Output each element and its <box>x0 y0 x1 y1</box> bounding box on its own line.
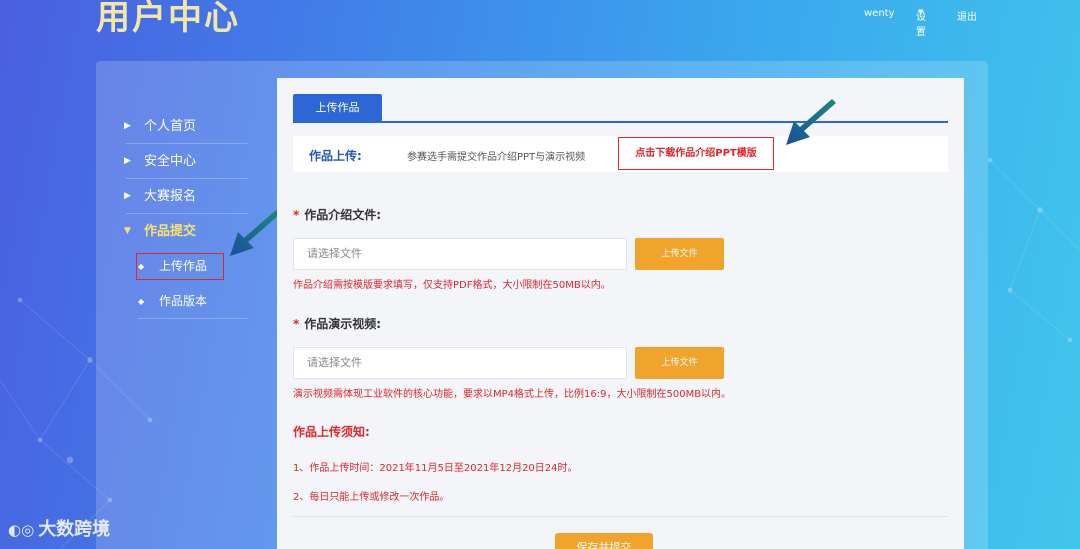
sidebar-item-label: 作品提交 <box>144 224 197 239</box>
upload-rule-item: 1、作品上传时间：2021年11月5日至2021年12月20日24时。 <box>293 463 578 474</box>
watermark-logo-icon: ◐◎ <box>8 521 35 539</box>
username-link[interactable]: wenty <box>864 8 895 19</box>
watermark-text: 大数跨境 <box>38 519 111 540</box>
caret-down-icon: ▼ <box>918 8 924 16</box>
sidebar-item-label: 个人首页 <box>144 119 197 134</box>
sidebar-subitem-versions[interactable]: ◆ 作品版本 <box>138 284 248 319</box>
content-area: 上传作品 作品上传: 参赛选手需提交作品介绍PPT与演示视频 点击下载作品介绍P… <box>277 78 964 549</box>
tab-upload[interactable]: 上传作品 <box>293 94 382 121</box>
download-template-link[interactable]: 点击下载作品介绍PPT模版 <box>618 137 774 170</box>
upload-menu-highlight <box>136 253 224 280</box>
tab-underline <box>293 121 948 123</box>
divider <box>293 516 948 517</box>
required-mark: * <box>293 208 300 222</box>
save-submit-button[interactable]: 保存并提交 <box>555 533 653 549</box>
chevron-right-icon: ▶ <box>124 191 131 201</box>
notice-title: 作品上传: <box>309 149 362 163</box>
intro-upload-button[interactable]: 上传文件 <box>635 238 724 270</box>
sidebar-subitem-label: 作品版本 <box>159 294 208 308</box>
intro-file-label-text: 作品介绍文件: <box>304 208 382 222</box>
intro-file-hint: 作品介绍需按模版要求填写，仅支持PDF格式，大小限制在50MB以内。 <box>293 280 611 291</box>
upload-rules-title: 作品上传须知: <box>293 425 370 439</box>
upload-notice: 作品上传: 参赛选手需提交作品介绍PPT与演示视频 点击下载作品介绍PPT模版 <box>293 136 948 172</box>
pointer-arrow-icon <box>230 210 280 256</box>
sidebar-item-label: 安全中心 <box>144 154 197 169</box>
intro-file-input[interactable]: 请选择文件 <box>293 238 627 270</box>
sidebar-item-label: 大赛报名 <box>144 189 197 204</box>
logout-link[interactable]: 退出 <box>957 8 977 23</box>
demo-upload-button[interactable]: 上传文件 <box>635 347 724 379</box>
upload-rule-item: 2、每日只能上传或修改一次作品。 <box>293 492 450 503</box>
sidebar-item-home[interactable]: ▶ 个人首页 <box>124 109 248 144</box>
pointer-arrow-icon <box>786 99 836 145</box>
chevron-right-icon: ▶ <box>124 156 131 166</box>
demo-video-label-text: 作品演示视频: <box>304 317 382 331</box>
demo-video-input[interactable]: 请选择文件 <box>293 347 627 379</box>
notice-text: 参赛选手需提交作品介绍PPT与演示视频 <box>407 152 586 163</box>
demo-video-label: * 作品演示视频: <box>293 315 381 332</box>
top-navigation: wenty 设置 ▼ 退出 <box>0 8 1080 38</box>
chevron-down-icon: ▼ <box>124 226 131 236</box>
watermark-logo: ◐◎ 大数跨境 <box>8 515 110 541</box>
intro-file-label: * 作品介绍文件: <box>293 206 381 223</box>
bullet-icon: ◆ <box>138 297 145 306</box>
chevron-right-icon: ▶ <box>124 121 131 131</box>
sidebar-item-security[interactable]: ▶ 安全中心 <box>124 144 248 179</box>
demo-video-hint: 演示视频需体现工业软件的核心功能，要求以MP4格式上传，比例16:9，大小限制在… <box>293 389 732 400</box>
required-mark: * <box>293 317 300 331</box>
